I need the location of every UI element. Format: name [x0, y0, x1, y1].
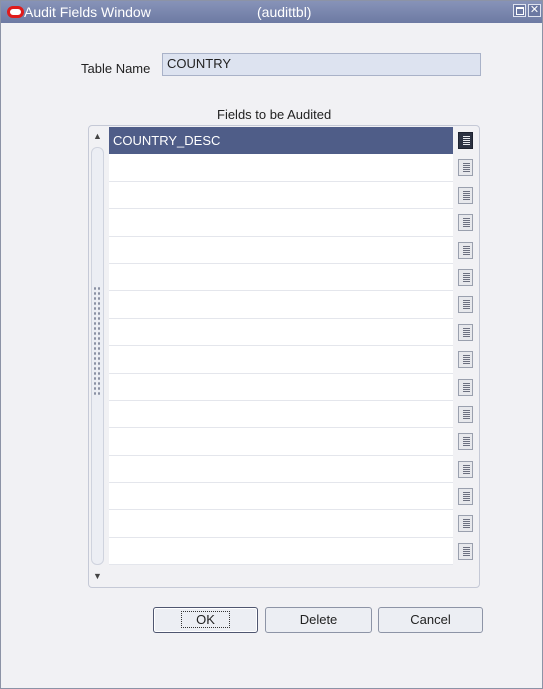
table-row[interactable] — [109, 537, 453, 566]
edit-row-button[interactable] — [456, 428, 478, 455]
edit-button-column — [456, 127, 478, 565]
scroll-up-icon[interactable]: ▲ — [90, 129, 105, 143]
grid-title: Fields to be Audited — [217, 107, 332, 122]
table-name-label: Table Name — [81, 61, 151, 76]
edit-list-icon — [458, 542, 473, 560]
edit-list-icon — [458, 214, 473, 232]
edit-row-button[interactable] — [456, 291, 478, 318]
oracle-logo-icon — [7, 6, 24, 18]
edit-list-icon — [458, 405, 473, 423]
table-row[interactable] — [109, 181, 453, 210]
table-row[interactable] — [109, 510, 453, 538]
table-name-field[interactable]: COUNTRY — [162, 53, 481, 76]
table-row[interactable] — [109, 483, 453, 511]
table-row[interactable] — [109, 455, 453, 484]
table-row[interactable] — [109, 318, 453, 347]
edit-row-button[interactable] — [456, 456, 478, 483]
edit-list-icon — [458, 460, 473, 478]
table-row[interactable]: COUNTRY_DESC — [109, 127, 453, 155]
window-subtitle: (audittbl) — [257, 4, 312, 20]
table-row[interactable] — [109, 346, 453, 374]
window-title: Audit Fields Window — [24, 4, 151, 20]
edit-row-button[interactable] — [456, 510, 478, 537]
edit-list-icon — [458, 323, 473, 341]
edit-row-button[interactable] — [456, 182, 478, 209]
edit-row-button[interactable] — [456, 346, 478, 373]
edit-row-button[interactable] — [456, 154, 478, 181]
delete-button[interactable]: Delete — [265, 607, 372, 633]
table-row[interactable] — [109, 428, 453, 456]
maximize-icon[interactable] — [513, 4, 526, 17]
table-row[interactable] — [109, 209, 453, 237]
close-icon[interactable]: ✕ — [528, 4, 541, 17]
edit-row-button[interactable] — [456, 401, 478, 428]
scrollbar-grip-icon[interactable] — [93, 286, 101, 396]
edit-list-icon — [458, 433, 473, 451]
edit-row-button[interactable] — [456, 127, 478, 154]
title-bar[interactable]: Audit Fields Window (audittbl) ✕ — [1, 1, 542, 23]
table-row[interactable] — [109, 154, 453, 182]
edit-list-icon — [458, 515, 473, 533]
cancel-button[interactable]: Cancel — [378, 607, 483, 633]
edit-list-icon — [458, 159, 473, 177]
edit-list-icon — [458, 241, 473, 259]
ok-button[interactable]: OK — [153, 607, 258, 633]
edit-row-button[interactable] — [456, 209, 478, 236]
scroll-down-icon[interactable]: ▼ — [90, 569, 105, 583]
table-row[interactable] — [109, 400, 453, 429]
table-row[interactable] — [109, 263, 453, 292]
edit-list-icon — [458, 268, 473, 286]
ok-button-label: OK — [181, 611, 230, 628]
edit-list-icon — [458, 378, 473, 396]
edit-list-icon — [458, 132, 473, 149]
grid-rows: COUNTRY_DESC — [109, 127, 453, 566]
edit-list-icon — [458, 296, 473, 314]
edit-row-button[interactable] — [456, 319, 478, 346]
edit-row-button[interactable] — [456, 483, 478, 510]
table-row[interactable] — [109, 373, 453, 401]
audit-fields-window: Audit Fields Window (audittbl) ✕ Table N… — [0, 0, 543, 689]
edit-row-button[interactable] — [456, 374, 478, 401]
edit-row-button[interactable] — [456, 538, 478, 565]
edit-row-button[interactable] — [456, 237, 478, 264]
edit-list-icon — [458, 351, 473, 369]
edit-row-button[interactable] — [456, 264, 478, 291]
table-row[interactable] — [109, 236, 453, 264]
table-row[interactable] — [109, 291, 453, 319]
edit-list-icon — [458, 186, 473, 204]
edit-list-icon — [458, 488, 473, 506]
